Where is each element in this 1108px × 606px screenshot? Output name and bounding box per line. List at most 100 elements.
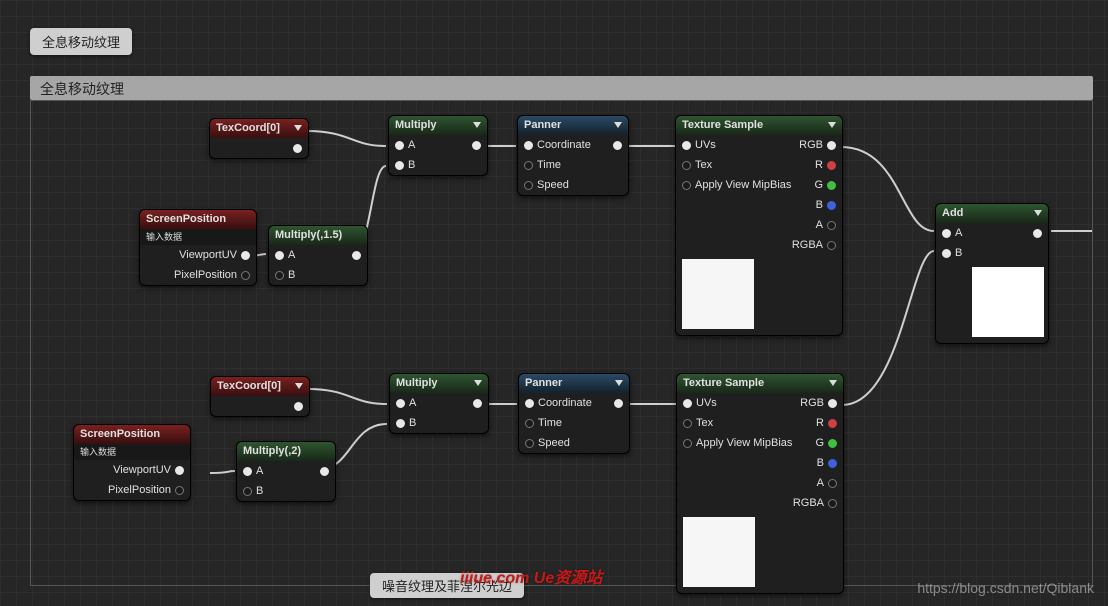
node-texcoord-2[interactable]: TexCoord[0] xyxy=(210,376,310,417)
pin-label: ViewportUV xyxy=(179,249,237,261)
node-header[interactable]: TexCoord[0] xyxy=(211,377,309,396)
comment-tab-top[interactable]: 全息移动纹理 xyxy=(30,28,132,55)
output-pin[interactable] xyxy=(241,251,250,260)
chevron-down-icon[interactable] xyxy=(295,383,303,389)
output-pin[interactable] xyxy=(827,221,836,230)
output-pin[interactable] xyxy=(828,459,837,468)
chevron-down-icon[interactable] xyxy=(829,380,837,386)
node-title: Multiply(,2) xyxy=(243,445,301,457)
input-pin[interactable] xyxy=(525,399,534,408)
node-header[interactable]: TexCoord[0] xyxy=(210,119,308,138)
chevron-down-icon[interactable] xyxy=(614,122,622,128)
node-add[interactable]: Add A B xyxy=(935,203,1049,344)
node-texturesample-1[interactable]: Texture Sample UVsRGB TexR Apply View Mi… xyxy=(675,115,843,336)
node-multiply-2x[interactable]: Multiply(,2) A B xyxy=(236,441,336,502)
input-pin[interactable] xyxy=(275,271,284,280)
output-pin[interactable] xyxy=(1033,229,1042,238)
node-preview xyxy=(972,267,1044,337)
input-pin[interactable] xyxy=(396,419,405,428)
node-screenposition-2[interactable]: ScreenPosition 输入数据 ViewportUV PixelPosi… xyxy=(73,424,191,501)
node-panner-2[interactable]: Panner Coordinate Time Speed xyxy=(518,373,630,454)
node-header[interactable]: Texture Sample xyxy=(676,116,842,135)
pin-label: Apply View MipBias xyxy=(696,437,792,449)
output-pin[interactable] xyxy=(294,402,303,411)
node-multiply-2[interactable]: Multiply A B xyxy=(389,373,489,434)
comment-title[interactable]: 全息移动纹理 xyxy=(30,76,1093,100)
output-pin[interactable] xyxy=(827,161,836,170)
node-header[interactable]: Panner xyxy=(518,116,628,135)
node-texturesample-2[interactable]: Texture Sample UVsRGB TexR Apply View Mi… xyxy=(676,373,844,594)
input-pin[interactable] xyxy=(683,419,692,428)
node-title: Texture Sample xyxy=(683,377,764,389)
input-pin[interactable] xyxy=(683,399,692,408)
output-pin[interactable] xyxy=(175,466,184,475)
input-pin[interactable] xyxy=(275,251,284,260)
output-pin[interactable] xyxy=(828,419,837,428)
node-multiply-1p5[interactable]: Multiply(,1.5) A B xyxy=(268,225,368,286)
node-header[interactable]: Multiply xyxy=(389,116,487,135)
output-pin[interactable] xyxy=(828,479,837,488)
output-pin[interactable] xyxy=(827,201,836,210)
input-pin[interactable] xyxy=(395,161,404,170)
output-pin[interactable] xyxy=(613,141,622,150)
input-pin[interactable] xyxy=(395,141,404,150)
node-header[interactable]: Panner xyxy=(519,374,629,393)
chevron-down-icon[interactable] xyxy=(615,380,623,386)
output-pin[interactable] xyxy=(293,144,302,153)
input-pin[interactable] xyxy=(243,487,252,496)
comment-box[interactable]: TexCoord[0] ScreenPosition 输入数据 Viewport… xyxy=(30,100,1093,586)
chevron-down-icon[interactable] xyxy=(294,125,302,131)
input-pin[interactable] xyxy=(682,141,691,150)
output-pin[interactable] xyxy=(473,399,482,408)
input-pin[interactable] xyxy=(524,161,533,170)
output-pin[interactable] xyxy=(828,499,837,508)
node-title: Panner xyxy=(524,119,561,131)
output-pin[interactable] xyxy=(828,399,837,408)
node-header[interactable]: Multiply xyxy=(390,374,488,393)
chevron-down-icon[interactable] xyxy=(473,122,481,128)
input-pin[interactable] xyxy=(525,419,534,428)
input-pin[interactable] xyxy=(524,181,533,190)
node-header[interactable]: Multiply(,2) xyxy=(237,442,335,461)
output-pin[interactable] xyxy=(175,486,184,495)
pin-label: Time xyxy=(537,159,561,171)
chevron-down-icon[interactable] xyxy=(1034,210,1042,216)
node-multiply-1[interactable]: Multiply A B xyxy=(388,115,488,176)
node-panner-1[interactable]: Panner Coordinate Time Speed xyxy=(517,115,629,196)
input-pin[interactable] xyxy=(396,399,405,408)
node-header[interactable]: ScreenPosition xyxy=(140,210,256,229)
node-header[interactable]: Multiply(,1.5) xyxy=(269,226,367,245)
pin-label: R xyxy=(815,159,823,171)
node-title: TexCoord[0] xyxy=(217,380,281,392)
node-header[interactable]: Add xyxy=(936,204,1048,223)
input-pin[interactable] xyxy=(942,249,951,258)
input-pin[interactable] xyxy=(682,181,691,190)
output-pin[interactable] xyxy=(320,467,329,476)
node-header[interactable]: ScreenPosition xyxy=(74,425,190,444)
node-title: Multiply xyxy=(395,119,437,131)
output-pin[interactable] xyxy=(614,399,623,408)
input-pin[interactable] xyxy=(243,467,252,476)
input-pin[interactable] xyxy=(524,141,533,150)
pin-label: A xyxy=(409,397,416,409)
input-pin[interactable] xyxy=(525,439,534,448)
pin-label: Speed xyxy=(537,179,569,191)
output-pin[interactable] xyxy=(827,181,836,190)
texture-preview[interactable] xyxy=(683,517,755,587)
chevron-down-icon[interactable] xyxy=(474,380,482,386)
input-pin[interactable] xyxy=(683,439,692,448)
input-pin[interactable] xyxy=(942,229,951,238)
node-texcoord-1[interactable]: TexCoord[0] xyxy=(209,118,309,159)
output-pin[interactable] xyxy=(828,439,837,448)
output-pin[interactable] xyxy=(827,241,836,250)
input-pin[interactable] xyxy=(682,161,691,170)
output-pin[interactable] xyxy=(827,141,836,150)
output-pin[interactable] xyxy=(472,141,481,150)
node-screenposition-1[interactable]: ScreenPosition 输入数据 ViewportUV PixelPosi… xyxy=(139,209,257,286)
pin-label: A xyxy=(256,465,263,477)
output-pin[interactable] xyxy=(352,251,361,260)
chevron-down-icon[interactable] xyxy=(828,122,836,128)
node-header[interactable]: Texture Sample xyxy=(677,374,843,393)
output-pin[interactable] xyxy=(241,271,250,280)
texture-preview[interactable] xyxy=(682,259,754,329)
